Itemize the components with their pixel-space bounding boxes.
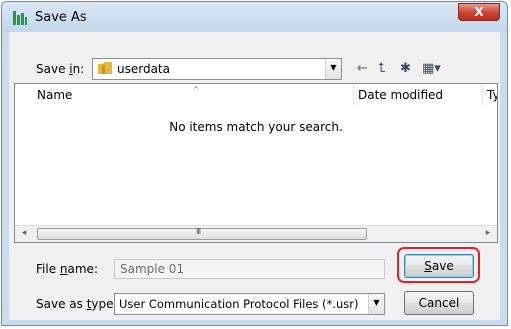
save-in-label: Save in:	[36, 62, 85, 76]
file-list[interactable]: Name ^ Date modified Ty No items match y…	[14, 83, 498, 243]
up-folder-icon[interactable]: ⮤	[378, 61, 386, 77]
save-in-dropdown[interactable]: userdata ▼	[92, 58, 342, 80]
cancel-button[interactable]: Cancel	[404, 291, 474, 315]
back-arrow-icon[interactable]: ←	[357, 61, 368, 77]
save-as-type-label: Save as type:	[36, 297, 118, 311]
column-header-type[interactable]: Ty	[487, 84, 497, 106]
column-divider[interactable]	[482, 84, 483, 106]
window-title: Save As	[35, 10, 87, 25]
column-header-name[interactable]: Name	[37, 84, 72, 106]
file-name-label: File name:	[36, 262, 98, 276]
folder-icon	[98, 62, 112, 74]
column-divider[interactable]	[353, 84, 354, 106]
scroll-left-icon[interactable]: ◂	[17, 228, 31, 238]
sort-ascending-icon: ^	[193, 86, 199, 94]
save-button-highlight	[397, 247, 480, 283]
close-icon: X	[474, 5, 484, 19]
views-menu-icon[interactable]: ▦▾	[422, 61, 441, 77]
dropdown-arrow-icon[interactable]: ▼	[368, 294, 384, 314]
empty-message: No items match your search.	[169, 120, 343, 134]
scrollbar-thumb[interactable]: III	[37, 227, 367, 240]
save-as-type-dropdown[interactable]: User Communication Protocol Files (*.usr…	[114, 293, 385, 315]
scroll-grip-icon: III	[196, 227, 201, 236]
column-header-date-modified[interactable]: Date modified	[358, 84, 443, 106]
new-folder-icon[interactable]: ✱	[400, 61, 411, 77]
dropdown-arrow-icon[interactable]: ▼	[325, 59, 341, 79]
close-button[interactable]: X	[458, 3, 500, 21]
file-name-field[interactable]: Sample 01	[114, 259, 385, 279]
title-bar[interactable]: Save As X	[2, 2, 507, 32]
save-as-type-value: User Communication Protocol Files (*.usr…	[119, 297, 359, 311]
app-icon	[13, 11, 27, 25]
horizontal-scrollbar[interactable]: ◂ III ▸	[15, 225, 497, 242]
scroll-right-icon[interactable]: ▸	[481, 228, 495, 238]
save-in-value: userdata	[117, 62, 170, 76]
